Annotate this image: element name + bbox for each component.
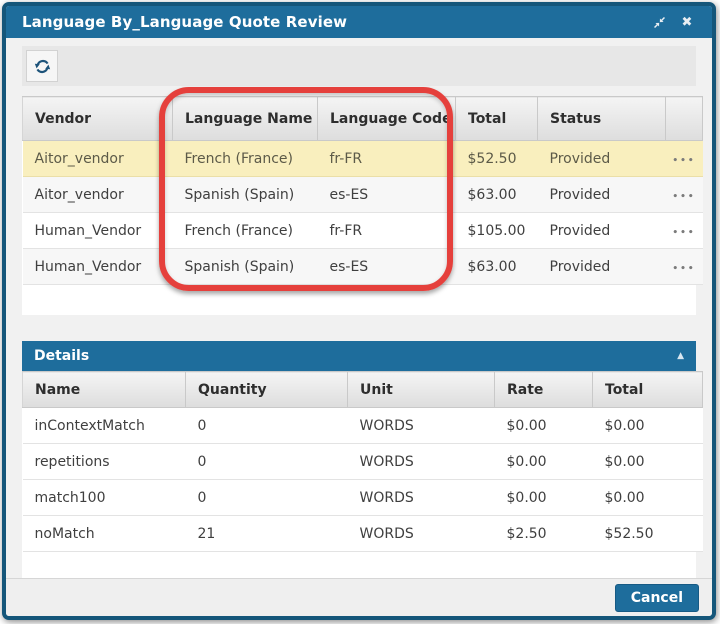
- cell-total: $0.00: [593, 408, 703, 444]
- table-row[interactable]: Aitor_vendor Spanish (Spain) es-ES $63.0…: [23, 177, 703, 213]
- cell-vendor: Aitor_vendor: [23, 141, 173, 177]
- col-header-language-name[interactable]: Language Name: [173, 97, 318, 141]
- col-header-quantity: Quantity: [186, 372, 348, 408]
- cell-language-code: es-ES: [318, 177, 456, 213]
- col-header-total[interactable]: Total: [456, 97, 538, 141]
- col-header-name: Name: [23, 372, 186, 408]
- cell-total: $105.00: [456, 213, 538, 249]
- cell-total: $0.00: [593, 480, 703, 516]
- cell-quantity: 0: [186, 480, 348, 516]
- row-actions-ellipsis-icon[interactable]: •••: [672, 192, 695, 202]
- dialog-title: Language By_Language Quote Review: [22, 13, 642, 31]
- details-panel-header[interactable]: Details ▲: [22, 341, 696, 371]
- cell-name: match100: [23, 480, 186, 516]
- row-actions-ellipsis-icon[interactable]: •••: [672, 228, 695, 238]
- close-icon[interactable]: ✖: [676, 11, 698, 33]
- details-table-container: Name Quantity Unit Rate Total inContextM…: [22, 371, 696, 580]
- cell-unit: WORDS: [348, 408, 495, 444]
- col-header-rate: Rate: [495, 372, 593, 408]
- cell-total: $52.50: [593, 516, 703, 552]
- collapse-arrows-icon[interactable]: [648, 11, 670, 33]
- cell-status: Provided: [538, 177, 666, 213]
- cell-language-code: fr-FR: [318, 213, 456, 249]
- cell-name: noMatch: [23, 516, 186, 552]
- quote-review-dialog: Language By_Language Quote Review ✖: [2, 2, 716, 620]
- dialog-body: Vendor Language Name Language Code Total…: [6, 38, 712, 580]
- cell-total: $63.00: [456, 177, 538, 213]
- table-row[interactable]: Human_Vendor French (France) fr-FR $105.…: [23, 213, 703, 249]
- details-row[interactable]: match100 0 WORDS $0.00 $0.00: [23, 480, 703, 516]
- col-header-language-code[interactable]: Language Code: [318, 97, 456, 141]
- details-table: Name Quantity Unit Rate Total inContextM…: [22, 371, 703, 552]
- row-actions-ellipsis-icon[interactable]: •••: [672, 156, 695, 166]
- col-header-total: Total: [593, 372, 703, 408]
- quote-table: Vendor Language Name Language Code Total…: [22, 96, 703, 285]
- cell-unit: WORDS: [348, 480, 495, 516]
- cell-language-name: French (France): [173, 213, 318, 249]
- refresh-icon: [34, 58, 51, 75]
- cell-quantity: 0: [186, 444, 348, 480]
- cell-status: Provided: [538, 249, 666, 285]
- cell-rate: $0.00: [495, 480, 593, 516]
- col-header-unit: Unit: [348, 372, 495, 408]
- cell-unit: WORDS: [348, 516, 495, 552]
- cell-rate: $0.00: [495, 444, 593, 480]
- quote-table-header-row: Vendor Language Name Language Code Total…: [23, 97, 703, 141]
- col-header-status[interactable]: Status: [538, 97, 666, 141]
- table-row[interactable]: Human_Vendor Spanish (Spain) es-ES $63.0…: [23, 249, 703, 285]
- details-panel: Details ▲ Name Quantity Unit Rate: [22, 341, 696, 580]
- cell-status: Provided: [538, 141, 666, 177]
- cell-language-name: Spanish (Spain): [173, 177, 318, 213]
- refresh-button[interactable]: [26, 50, 58, 82]
- details-row[interactable]: repetitions 0 WORDS $0.00 $0.00: [23, 444, 703, 480]
- details-row[interactable]: noMatch 21 WORDS $2.50 $52.50: [23, 516, 703, 552]
- cell-name: inContextMatch: [23, 408, 186, 444]
- col-header-vendor[interactable]: Vendor: [23, 97, 173, 141]
- cell-total: $63.00: [456, 249, 538, 285]
- row-actions-ellipsis-icon[interactable]: •••: [672, 264, 695, 274]
- details-panel-title: Details: [34, 348, 677, 364]
- collapse-caret-icon[interactable]: ▲: [677, 351, 684, 361]
- table-row-selected[interactable]: Aitor_vendor French (France) fr-FR $52.5…: [23, 141, 703, 177]
- quote-table-container: Vendor Language Name Language Code Total…: [22, 96, 696, 315]
- cell-vendor: Human_Vendor: [23, 213, 173, 249]
- cell-name: repetitions: [23, 444, 186, 480]
- cell-unit: WORDS: [348, 444, 495, 480]
- cell-quantity: 21: [186, 516, 348, 552]
- cancel-button[interactable]: Cancel: [615, 584, 699, 612]
- cell-total: $0.00: [593, 444, 703, 480]
- details-row[interactable]: inContextMatch 0 WORDS $0.00 $0.00: [23, 408, 703, 444]
- cell-status: Provided: [538, 213, 666, 249]
- dialog-titlebar: Language By_Language Quote Review ✖: [6, 6, 712, 38]
- cell-quantity: 0: [186, 408, 348, 444]
- cell-rate: $0.00: [495, 408, 593, 444]
- details-header-row: Name Quantity Unit Rate Total: [23, 372, 703, 408]
- cell-vendor: Human_Vendor: [23, 249, 173, 285]
- cell-language-name: French (France): [173, 141, 318, 177]
- cell-total: $52.50: [456, 141, 538, 177]
- cell-language-name: Spanish (Spain): [173, 249, 318, 285]
- cell-language-code: es-ES: [318, 249, 456, 285]
- col-header-actions: [666, 97, 703, 141]
- toolbar: [22, 46, 696, 86]
- cell-language-code: fr-FR: [318, 141, 456, 177]
- cell-rate: $2.50: [495, 516, 593, 552]
- dialog-footer: Cancel: [6, 578, 712, 616]
- cell-vendor: Aitor_vendor: [23, 177, 173, 213]
